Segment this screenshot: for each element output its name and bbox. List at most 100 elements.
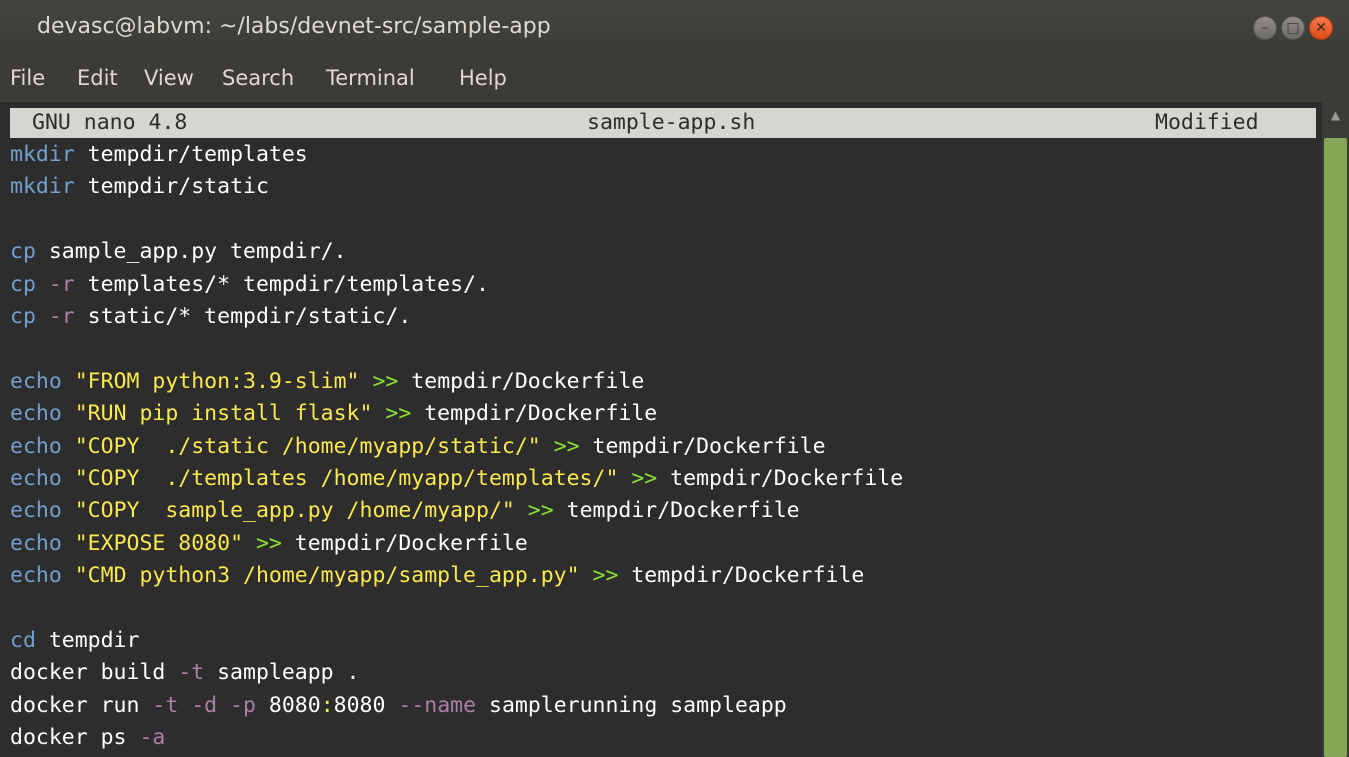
code-token: -r — [48, 271, 75, 297]
code-token: echo — [10, 498, 62, 524]
code-token: tempdir/Dockerfile — [281, 530, 528, 556]
menu-file[interactable]: File — [10, 66, 45, 90]
code-token: "FROM python:3.9-slim" — [74, 368, 360, 394]
code-token: "CMD python3 /home/myapp/sample_app.py" — [74, 563, 580, 589]
code-token: cd — [10, 628, 36, 653]
editor-line[interactable]: echo "EXPOSE 8080" >> tempdir/Dockerfile — [10, 528, 528, 560]
nano-header: GNU nano 4.8 sample-app.sh Modified — [10, 108, 1316, 138]
menu-edit[interactable]: Edit — [77, 66, 118, 90]
editor-line[interactable]: docker build -t sampleapp . — [10, 657, 360, 689]
code-token: sample_app.py tempdir/. — [35, 239, 347, 265]
terminal-window: devasc@labvm: ~/labs/devnet-src/sample-a… — [0, 0, 1349, 757]
editor-line[interactable]: echo "COPY ./static /home/myapp/static/"… — [10, 431, 826, 463]
code-token: templates/* tempdir/templates/. — [74, 271, 489, 297]
code-token: "COPY ./static /home/myapp/static/" — [74, 433, 541, 459]
editor-line[interactable]: echo "CMD python3 /home/myapp/sample_app… — [10, 560, 864, 592]
editor-line[interactable]: cp -r templates/* tempdir/templates/. — [10, 269, 489, 301]
code-token: tempdir/Dockerfile — [657, 466, 904, 491]
nano-status: Modified — [1155, 110, 1259, 135]
code-token: tempdir/templates — [74, 142, 308, 167]
code-token: "COPY sample_app.py /home/myapp/" — [74, 498, 515, 524]
code-token: mkdir — [10, 142, 75, 167]
code-token: echo — [10, 401, 62, 427]
code-token: tempdir — [35, 628, 140, 653]
code-token: cp — [10, 304, 36, 329]
terminal-area[interactable]: GNU nano 4.8 sample-app.sh Modified mkdi… — [0, 102, 1322, 757]
menu-help[interactable]: Help — [459, 66, 507, 90]
editor-line[interactable]: cp sample_app.py tempdir/. — [10, 236, 347, 268]
code-token: echo — [10, 433, 62, 459]
close-button[interactable]: ✕ — [1309, 16, 1333, 40]
title-bar[interactable]: devasc@labvm: ~/labs/devnet-src/sample-a… — [0, 0, 1349, 58]
editor-line[interactable]: docker run -t -d -p 8080:8080 --name sam… — [10, 690, 787, 722]
code-token: "EXPOSE 8080" — [74, 530, 244, 556]
code-token: "RUN pip install flask" — [74, 401, 373, 427]
editor-line[interactable]: mkdir tempdir/static — [10, 171, 269, 203]
editor-line[interactable]: cd tempdir — [10, 625, 139, 657]
editor-line[interactable]: echo "COPY sample_app.py /home/myapp/" >… — [10, 495, 800, 527]
code-token: tempdir/static — [74, 174, 269, 200]
code-token: tempdir/Dockerfile — [618, 563, 865, 589]
code-token: tempdir/Dockerfile — [411, 401, 658, 427]
menu-search[interactable]: Search — [222, 66, 294, 90]
code-token: echo — [10, 530, 62, 556]
code-token: >> — [527, 498, 554, 524]
editor-line[interactable]: echo "FROM python:3.9-slim" >> tempdir/D… — [10, 366, 644, 398]
editor-line[interactable]: cp -r static/* tempdir/static/. — [10, 301, 411, 333]
code-token: tempdir/Dockerfile — [553, 498, 800, 524]
window-controls: – □ ✕ — [1253, 16, 1333, 40]
code-token: >> — [255, 530, 282, 556]
editor-line[interactable]: echo "RUN pip install flask" >> tempdir/… — [10, 398, 657, 430]
code-token: samplerunning sampleapp — [476, 692, 787, 718]
code-token: mkdir — [10, 174, 75, 200]
code-token: docker run — [10, 692, 153, 718]
maximize-button[interactable]: □ — [1281, 16, 1305, 40]
code-token: echo — [10, 368, 62, 394]
code-token: >> — [631, 466, 658, 491]
scroll-up-arrow-icon[interactable]: ▲ — [1322, 108, 1349, 128]
nano-filename: sample-app.sh — [587, 110, 756, 135]
window-title: devasc@labvm: ~/labs/devnet-src/sample-a… — [37, 14, 551, 39]
code-token: sampleapp . — [204, 660, 360, 686]
code-token: cp — [10, 271, 36, 297]
code-token: tempdir/Dockerfile — [579, 433, 826, 459]
code-token: "COPY ./templates /home/myapp/templates/… — [74, 466, 619, 491]
code-token: cp — [10, 239, 36, 265]
scrollbar[interactable]: ▲ — [1322, 102, 1349, 757]
code-token: echo — [10, 466, 62, 491]
minimize-button[interactable]: – — [1253, 16, 1277, 40]
code-token: -t — [152, 692, 179, 718]
code-token: static/* tempdir/static/. — [74, 304, 412, 329]
menu-terminal[interactable]: Terminal — [326, 66, 415, 90]
menu-bar: File Edit View Search Terminal Help — [0, 58, 1349, 102]
nano-version: GNU nano 4.8 — [32, 110, 188, 135]
editor-line[interactable]: mkdir tempdir/templates — [10, 139, 308, 171]
code-token: 8080 — [255, 692, 321, 718]
code-token: : — [320, 692, 334, 718]
menu-view[interactable]: View — [144, 66, 194, 90]
code-token: 8080 — [333, 692, 399, 718]
editor-line[interactable]: echo "COPY ./templates /home/myapp/templ… — [10, 463, 903, 495]
editor-line[interactable]: docker ps -a — [10, 722, 165, 754]
code-token: --name — [398, 692, 477, 718]
code-token: >> — [372, 368, 399, 394]
code-token: -a — [139, 725, 166, 751]
code-token: >> — [553, 433, 580, 459]
scrollbar-thumb[interactable] — [1324, 138, 1347, 757]
